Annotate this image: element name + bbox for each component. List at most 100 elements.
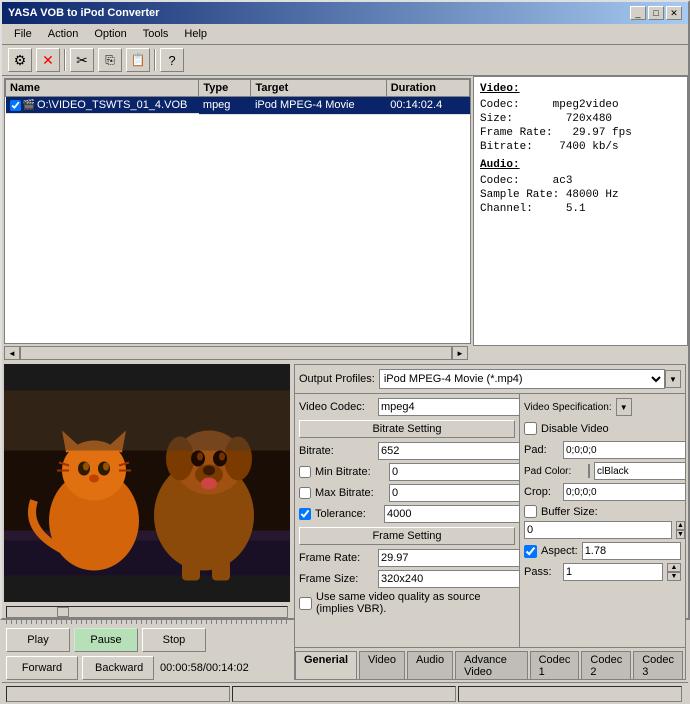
min-bitrate-checkbox[interactable] [299, 466, 311, 478]
tab-codec2[interactable]: Codec 2 [581, 651, 631, 680]
min-bitrate-input[interactable] [389, 463, 520, 481]
title-buttons: _ □ ✕ [630, 6, 682, 20]
tab-audio[interactable]: Audio [407, 651, 453, 680]
row-checkbox[interactable] [10, 100, 21, 111]
profile-dropdown-arrow[interactable]: ▼ [665, 370, 681, 388]
menu-help[interactable]: Help [176, 26, 215, 42]
tab-video[interactable]: Video [359, 651, 405, 680]
audio-samplerate-row: Sample Rate: 48000 Hz [480, 189, 681, 201]
pad-color-box [588, 464, 590, 478]
paste-toolbar-button[interactable]: 📋 [126, 48, 150, 72]
copy-toolbar-button[interactable]: ⎘ [98, 48, 122, 72]
cut-toolbar-button[interactable]: ✂ [70, 48, 94, 72]
buffer-size-row: Buffer Size: [524, 505, 681, 518]
scroll-right-button[interactable]: ► [452, 346, 468, 360]
table-row[interactable]: 🎬 O:\VIDEO_TSWTS_01_4.VOB mpeg iPod MPEG… [6, 97, 470, 115]
menu-option[interactable]: Option [86, 26, 134, 42]
main-content: Name Type Target Duration 🎬 O:\VIDEO_TSW… [2, 76, 688, 346]
crop-input[interactable] [563, 483, 685, 501]
bitrate-setting-button[interactable]: Bitrate Setting [299, 420, 515, 438]
backward-button[interactable]: Backward [82, 656, 154, 680]
status-section-3 [458, 686, 682, 702]
close-button[interactable]: ✕ [666, 6, 682, 20]
buffer-size-down[interactable]: ▼ [676, 530, 685, 539]
minimize-button[interactable]: _ [630, 6, 646, 20]
aspect-input[interactable] [582, 542, 681, 560]
buffer-size-checkbox[interactable] [524, 505, 537, 518]
tolerance-input[interactable] [384, 505, 520, 523]
video-framerate-value: 29.97 fps [572, 127, 631, 139]
video-codec-row: Codec: mpeg2video [480, 99, 681, 111]
toolbar: ⚙ ✕ ✂ ⎘ 📋 ? [2, 45, 688, 76]
video-codec-input[interactable] [378, 398, 520, 416]
col-header-type[interactable]: Type [199, 80, 251, 97]
col-header-target[interactable]: Target [251, 80, 386, 97]
buffer-size-label: Buffer Size: [541, 506, 598, 518]
tab-advance-video[interactable]: Advance Video [455, 651, 528, 680]
frame-rate-input[interactable] [378, 549, 520, 567]
frame-size-input[interactable] [378, 570, 520, 588]
output-profile-select[interactable]: iPod MPEG-4 Movie (*.mp4) [379, 369, 665, 389]
title-bar: YASA VOB to iPod Converter _ □ ✕ [2, 2, 688, 24]
frame-rate-label: Frame Rate: [299, 552, 374, 564]
file-name-cell: 🎬 O:\VIDEO_TSWTS_01_4.VOB [6, 97, 199, 114]
disable-video-checkbox[interactable] [524, 422, 537, 435]
pad-input[interactable] [563, 441, 685, 459]
frame-setting-button[interactable]: Frame Setting [299, 527, 515, 545]
seek-slider[interactable] [6, 606, 288, 618]
file-list-scrollbar[interactable]: ◄ ► [4, 346, 468, 360]
pass-up[interactable]: ▲ [667, 563, 681, 572]
buffer-size-input[interactable] [524, 521, 672, 539]
delete-toolbar-button[interactable]: ✕ [36, 48, 60, 72]
audio-channel-value: 5.1 [566, 203, 586, 215]
pad-row: Pad: [524, 441, 681, 459]
help-toolbar-button[interactable]: ? [160, 48, 184, 72]
pass-input[interactable] [563, 563, 663, 581]
tolerance-checkbox[interactable] [299, 508, 311, 520]
bitrate-input[interactable] [378, 442, 520, 460]
pause-button[interactable]: Pause [74, 628, 138, 652]
forward-button[interactable]: Forward [6, 656, 78, 680]
pad-color-row: Pad Color: ▼ [524, 462, 681, 480]
file-list: Name Type Target Duration 🎬 O:\VIDEO_TSW… [4, 78, 471, 344]
menu-bar: File Action Option Tools Help [2, 24, 688, 45]
menu-file[interactable]: File [6, 26, 40, 42]
aspect-checkbox[interactable] [524, 545, 537, 558]
video-spec-dropdown[interactable]: ▼ [616, 398, 632, 416]
aspect-row: Aspect: [524, 542, 681, 560]
scroll-left-button[interactable]: ◄ [4, 346, 20, 360]
file-target-cell: iPod MPEG-4 Movie [251, 97, 386, 115]
progress-slider-area [2, 604, 292, 626]
menu-action[interactable]: Action [40, 26, 87, 42]
col-header-name[interactable]: Name [6, 80, 199, 97]
video-bitrate-label: Bitrate: [480, 141, 533, 153]
min-bitrate-row: Min Bitrate: ▲ ▼ [299, 463, 515, 481]
buffer-size-up[interactable]: ▲ [676, 521, 685, 530]
buffer-size-spinners: ▲ ▼ [676, 521, 685, 539]
tab-generial[interactable]: Generial [295, 651, 357, 680]
vbr-checkbox[interactable] [299, 597, 312, 610]
pad-color-input[interactable] [594, 462, 685, 480]
audio-codec-value: ac3 [553, 175, 573, 187]
crop-row: Crop: [524, 483, 681, 501]
video-bitrate-row: Bitrate: 7400 kb/s [480, 141, 681, 153]
stop-button[interactable]: Stop [142, 628, 206, 652]
maximize-button[interactable]: □ [648, 6, 664, 20]
vbr-row: Use same video quality as source (implie… [299, 591, 515, 615]
col-header-duration[interactable]: Duration [386, 80, 469, 97]
tab-codec1[interactable]: Codec 1 [530, 651, 580, 680]
settings-toolbar-button[interactable]: ⚙ [8, 48, 32, 72]
audio-codec-row: Codec: ac3 [480, 175, 681, 187]
play-button[interactable]: Play [6, 628, 70, 652]
menu-tools[interactable]: Tools [135, 26, 177, 42]
frame-size-row: Frame Size: ▼ [299, 570, 515, 588]
video-codec-value: mpeg2video [553, 99, 619, 111]
time-display: 00:00:58/00:14:02 [158, 656, 251, 680]
max-bitrate-row: Max Bitrate: ▲ ▼ [299, 484, 515, 502]
pass-down[interactable]: ▼ [667, 572, 681, 581]
audio-channel-row: Channel: 5.1 [480, 203, 681, 215]
max-bitrate-checkbox[interactable] [299, 487, 311, 499]
status-bar [2, 682, 688, 704]
max-bitrate-input[interactable] [389, 484, 520, 502]
tab-codec3[interactable]: Codec 3 [633, 651, 683, 680]
